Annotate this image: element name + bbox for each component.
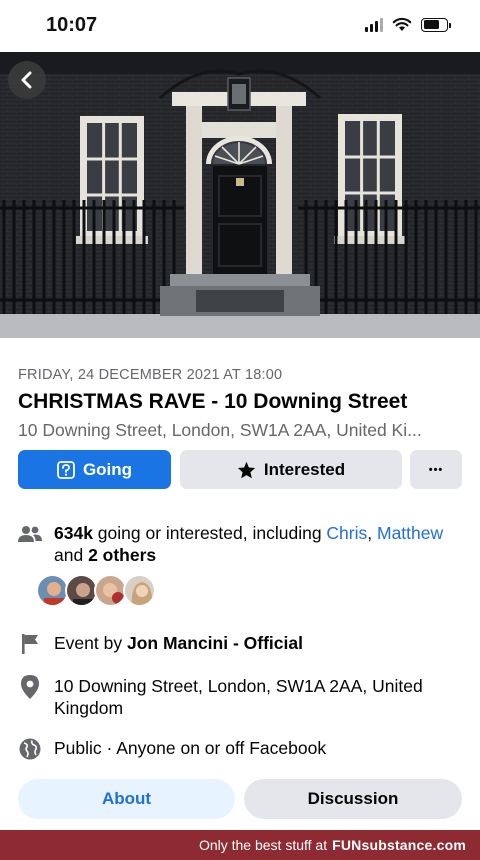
watermark-tagline: Only the best stuff at	[198, 837, 328, 853]
location-pin-icon	[18, 675, 42, 699]
star-icon	[237, 461, 256, 479]
status-time: 10:07	[46, 14, 98, 36]
battery-icon	[421, 17, 451, 32]
address-row: 10 Downing Street, London, SW1A 2AA, Uni…	[18, 675, 462, 721]
and-text: and	[54, 545, 89, 565]
going-button[interactable]: Going	[18, 450, 171, 489]
downing-street-door-image	[0, 52, 480, 338]
going-check-icon	[57, 460, 75, 479]
tab-about[interactable]: About	[18, 779, 235, 819]
event-location[interactable]: 10 Downing Street, London, SW1A 2AA, Uni…	[18, 420, 462, 441]
interested-button[interactable]: Interested	[180, 450, 402, 489]
going-label: Going	[82, 459, 133, 479]
flag-icon	[18, 632, 42, 656]
friend-link-matthew[interactable]: Matthew	[377, 523, 443, 543]
friend-link-chris[interactable]: Chris	[326, 523, 367, 543]
others-link[interactable]: 2 others	[88, 545, 156, 565]
avatar[interactable]	[123, 574, 156, 607]
privacy-text: Public · Anyone on or off Facebook	[54, 738, 327, 758]
host-text: Event by Jon Mancini - Official	[54, 632, 464, 654]
attendance-count: 634k	[54, 523, 93, 543]
privacy-row: Public · Anyone on or off Facebook	[18, 737, 462, 761]
attendance-text: 634k going or interested, including Chri…	[54, 522, 464, 566]
friend-separator: ,	[367, 523, 377, 543]
interested-label: Interested	[263, 459, 346, 479]
more-options-icon: •••	[428, 463, 444, 476]
cellular-signal-icon	[365, 17, 383, 32]
status-bar: 10:07	[0, 0, 480, 52]
friend-avatars[interactable]	[36, 574, 156, 607]
status-icons	[365, 17, 451, 32]
watermark-brand-rest: substance.com	[361, 837, 466, 853]
back-button[interactable]	[8, 61, 46, 99]
event-cover-photo	[0, 52, 480, 338]
address-text[interactable]: 10 Downing Street, London, SW1A 2AA, Uni…	[54, 675, 464, 719]
host-name-link[interactable]: Jon Mancini - Official	[127, 633, 303, 653]
attendance-phrase: going or interested, including	[92, 523, 327, 543]
wifi-icon	[392, 17, 412, 31]
globe-icon	[18, 737, 42, 761]
host-row: Event by Jon Mancini - Official	[18, 632, 462, 656]
event-title: CHRISTMAS RAVE - 10 Downing Street	[18, 390, 408, 413]
watermark-banner: Only the best stuff at FUNsubstance.com	[0, 830, 480, 860]
people-icon	[18, 522, 42, 546]
host-prefix: Event by	[54, 633, 127, 653]
chevron-left-icon	[21, 71, 32, 89]
watermark-brand: FUNsubstance.com	[332, 837, 466, 853]
watermark-brand-bold: FUN	[332, 837, 362, 853]
more-options-button[interactable]: •••	[410, 450, 462, 489]
event-date: FRIDAY, 24 DECEMBER 2021 AT 18:00	[18, 367, 283, 383]
tab-discussion[interactable]: Discussion	[244, 779, 462, 819]
